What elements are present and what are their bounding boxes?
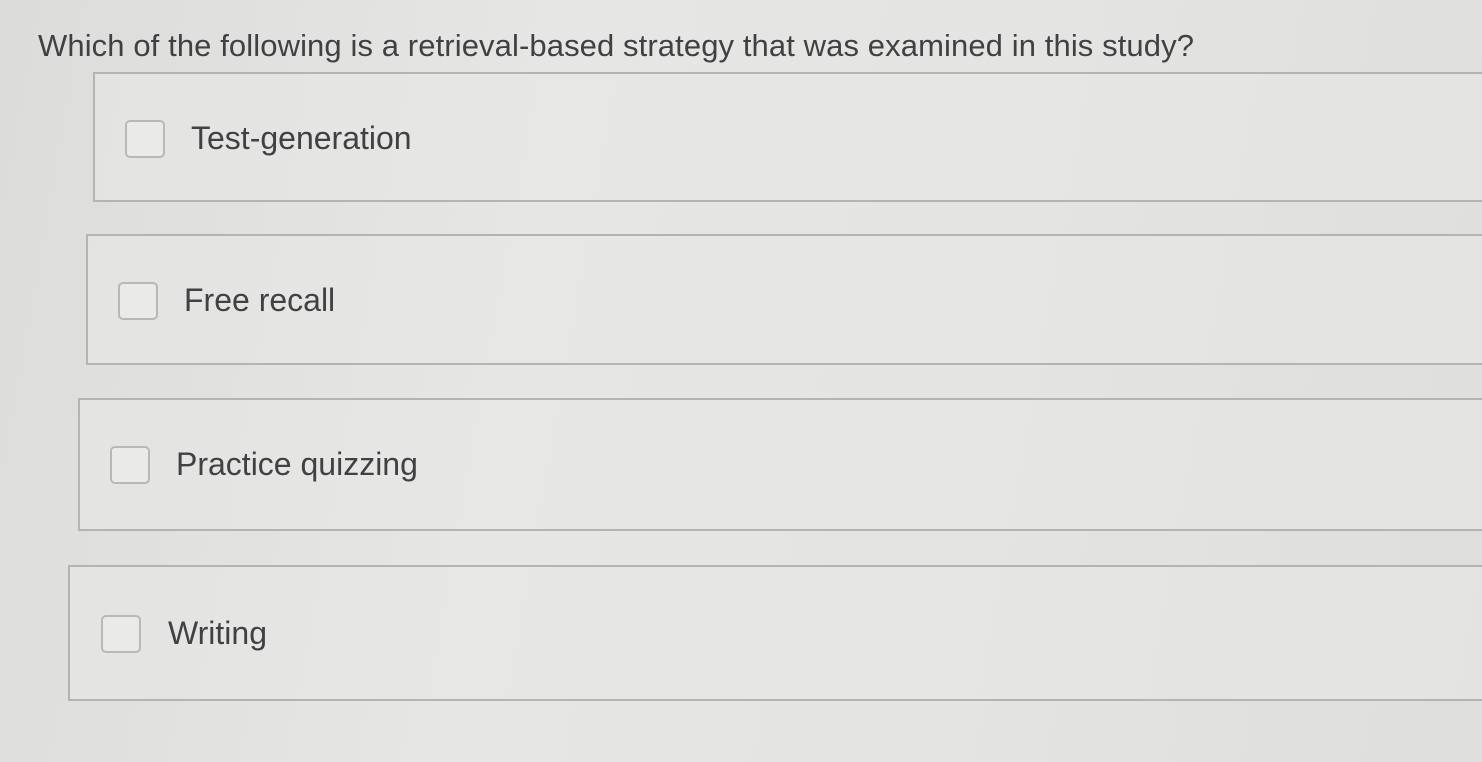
answer-option-free-recall[interactable]: Free recall (86, 234, 1482, 365)
answer-option-writing[interactable]: Writing (68, 565, 1482, 701)
checkbox[interactable] (110, 446, 150, 484)
checkbox[interactable] (118, 282, 158, 320)
checkbox[interactable] (101, 615, 141, 653)
answer-option-label: Practice quizzing (176, 446, 418, 482)
checkbox[interactable] (125, 120, 165, 158)
question-text: Which of the following is a retrieval-ba… (38, 28, 1195, 63)
answer-option-label: Writing (168, 615, 267, 651)
answer-option-test-generation[interactable]: Test-generation (93, 72, 1482, 202)
answer-option-label: Free recall (184, 282, 336, 318)
answer-option-label: Test-generation (191, 120, 412, 156)
answer-option-practice-quizzing[interactable]: Practice quizzing (78, 398, 1482, 531)
